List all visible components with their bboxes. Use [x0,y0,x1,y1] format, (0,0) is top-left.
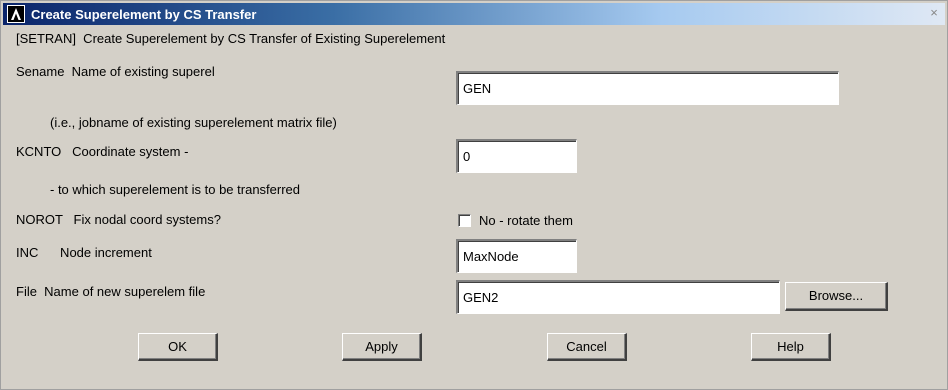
command-header: [SETRAN] Create Superelement by CS Trans… [16,31,446,46]
inc-input[interactable] [456,239,577,273]
norot-label: NOROT Fix nodal coord systems? [16,212,221,227]
ok-button[interactable]: OK [138,333,218,361]
file-label: File Name of new superelem file [16,284,206,299]
kcnto-label: KCNTO Coordinate system - [16,144,189,159]
apply-button[interactable]: Apply [342,333,422,361]
file-input[interactable] [456,280,780,314]
browse-button[interactable]: Browse... [785,282,888,311]
ansys-logo-icon [7,5,25,23]
inc-label: INC Node increment [16,245,152,260]
kcnto-note: - to which superelement is to be transfe… [50,182,301,197]
sename-note: (i.e., jobname of existing superelement … [50,115,337,130]
sename-input[interactable] [456,71,839,105]
norot-checkbox[interactable] [458,214,471,227]
close-icon[interactable]: × [926,5,942,21]
help-button[interactable]: Help [751,333,831,361]
norot-checkbox-label[interactable]: No - rotate them [479,213,573,228]
dialog-window: Create Superelement by CS Transfer × [SE… [0,0,948,390]
title-bar[interactable]: Create Superelement by CS Transfer × [3,3,945,25]
cancel-button[interactable]: Cancel [547,333,627,361]
window-title: Create Superelement by CS Transfer [31,6,257,22]
kcnto-input[interactable] [456,139,577,173]
sename-label: Sename Name of existing superel [16,64,215,79]
